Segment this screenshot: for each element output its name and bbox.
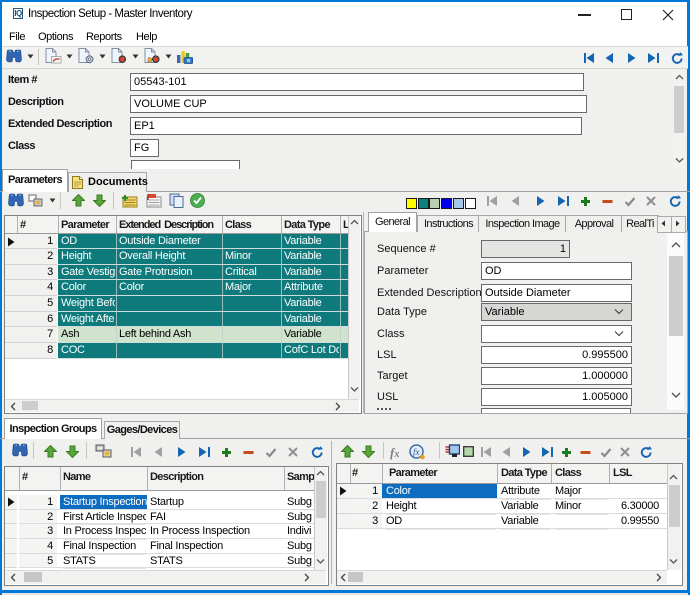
svg-text:fx: fx — [413, 447, 420, 457]
